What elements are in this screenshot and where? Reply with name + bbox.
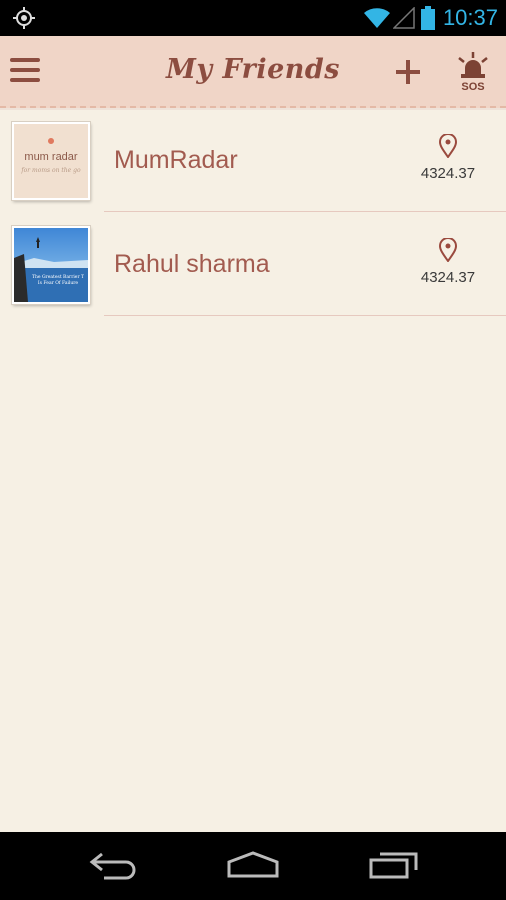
location-pin-icon bbox=[418, 237, 478, 267]
avatar: The Greatest Barrier T Is Fear Of Failur… bbox=[12, 226, 90, 304]
gps-icon bbox=[12, 6, 36, 30]
distance: 4324.37 bbox=[418, 237, 478, 287]
alarm-icon bbox=[456, 52, 490, 82]
home-icon[interactable] bbox=[226, 850, 280, 885]
location-pin-icon bbox=[418, 133, 478, 163]
sos-button[interactable]: SOS bbox=[454, 52, 492, 93]
page-title: My Friends bbox=[165, 54, 341, 85]
logo-text: mum radar bbox=[24, 151, 78, 163]
avatar: mum radar for moms on the go bbox=[12, 122, 90, 200]
photo-caption-2: Is Fear Of Failure bbox=[38, 280, 79, 286]
distance: 4324.37 bbox=[418, 133, 478, 183]
friend-name: MumRadar bbox=[114, 146, 238, 174]
list-item[interactable]: The Greatest Barrier T Is Fear Of Failur… bbox=[0, 212, 506, 316]
distance-value: 4324.37 bbox=[420, 165, 476, 182]
back-icon[interactable] bbox=[88, 850, 138, 885]
signal-icon bbox=[392, 7, 415, 29]
add-friend-icon[interactable] bbox=[396, 60, 420, 89]
status-bar: 10:37 bbox=[0, 0, 506, 36]
battery-icon bbox=[420, 6, 435, 30]
friends-list: mum radar for moms on the go MumRadar 43… bbox=[0, 108, 506, 316]
navigation-bar bbox=[0, 832, 506, 900]
sos-label: SOS bbox=[461, 81, 485, 93]
photo-caption-1: The Greatest Barrier T bbox=[32, 274, 84, 280]
list-item[interactable]: mum radar for moms on the go MumRadar 43… bbox=[0, 108, 506, 212]
logo-tagline: for moms on the go bbox=[20, 167, 81, 174]
app-header: My Friends SOS bbox=[0, 36, 506, 108]
clock: 10:37 bbox=[442, 5, 498, 30]
friend-name: Rahul sharma bbox=[114, 250, 270, 278]
wifi-icon bbox=[363, 7, 391, 29]
distance-value: 4324.37 bbox=[420, 269, 476, 286]
divider bbox=[104, 315, 506, 316]
recent-apps-icon[interactable] bbox=[368, 850, 420, 885]
